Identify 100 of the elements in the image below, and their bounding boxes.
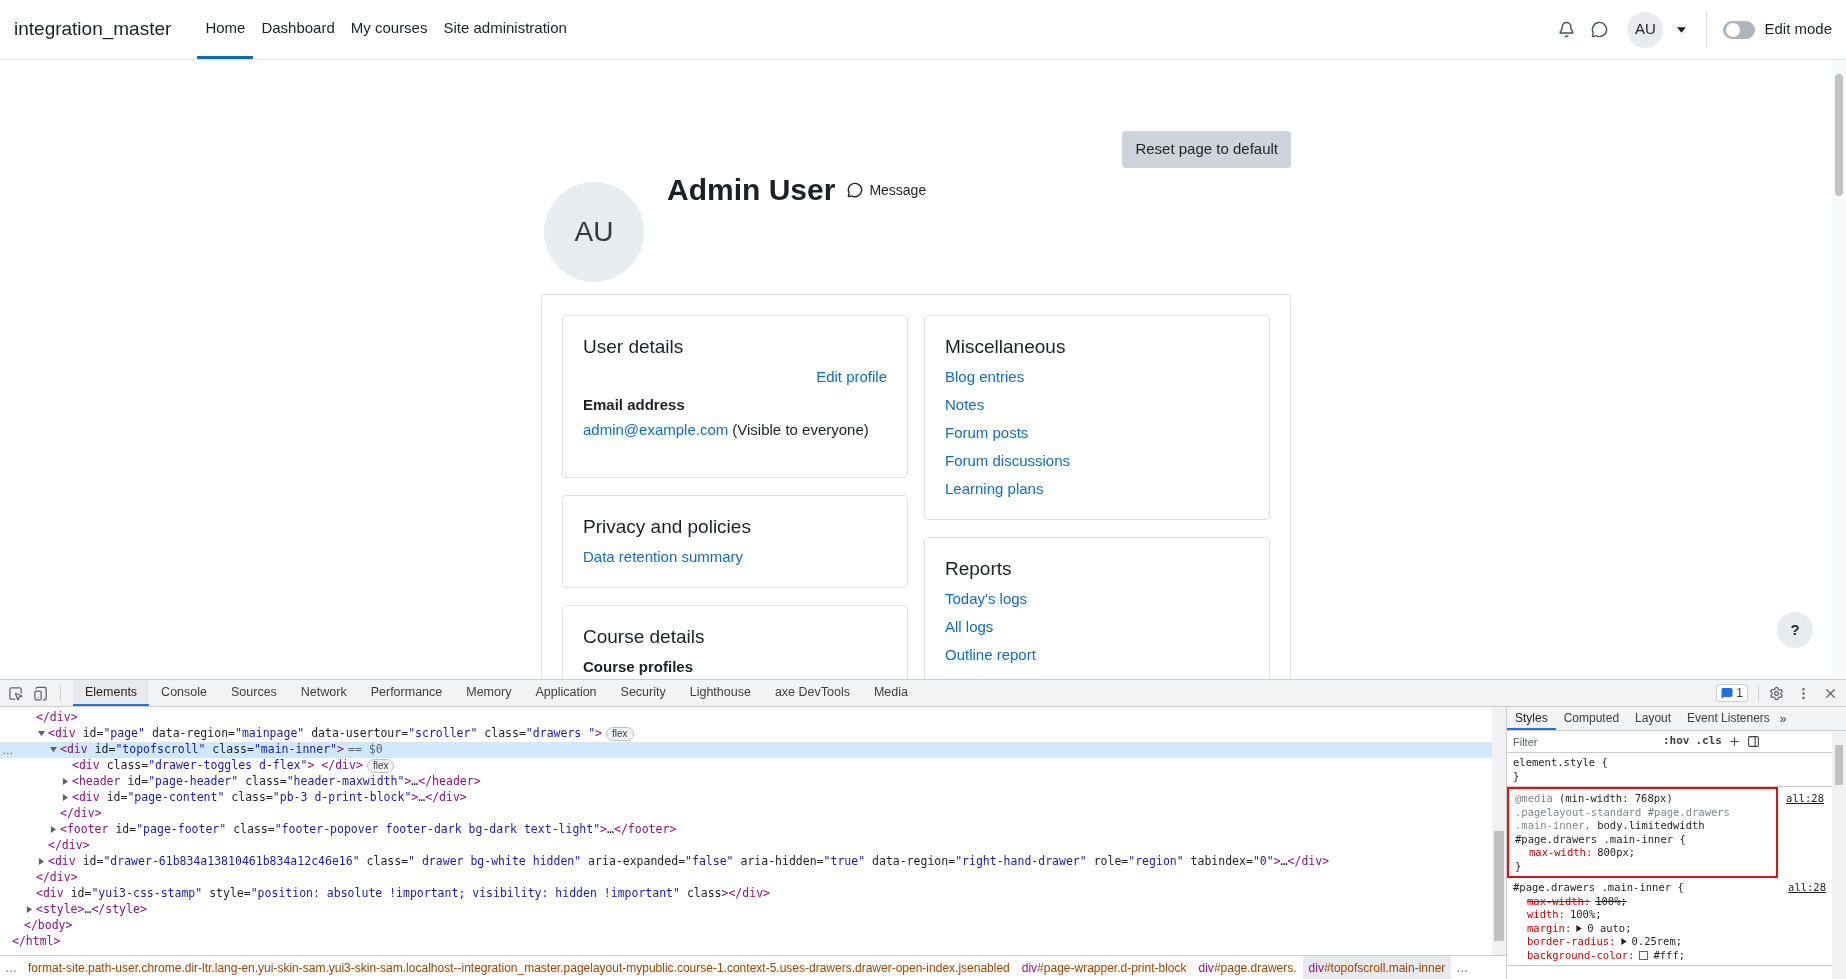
new-rule-icon[interactable] [1728, 735, 1741, 748]
sidebar-toggle-icon[interactable] [1747, 735, 1760, 748]
dom-tree-row[interactable]: <header id="page-header" class="header-maxwidth">…</header> [0, 774, 1492, 790]
devtools-tab[interactable]: Console [149, 680, 219, 706]
dom-tree-row[interactable]: <div id="page-content" class="pb-3 d-print-block">…</div> [0, 790, 1492, 806]
flex-badge[interactable]: flex [606, 727, 634, 741]
devtools-tab[interactable]: axe DevTools [762, 680, 862, 706]
message-link[interactable]: Message [869, 179, 927, 201]
styles-tab[interactable]: Styles [1507, 707, 1556, 730]
elements-scrollbar[interactable] [1492, 707, 1506, 955]
styles-scrollbar[interactable] [1832, 731, 1846, 979]
page-scrollbar[interactable] [1832, 60, 1846, 679]
expand-arrow-icon[interactable] [1576, 924, 1583, 932]
nav-tab[interactable]: Dashboard [253, 0, 343, 59]
settings-icon[interactable] [1769, 685, 1784, 701]
profile-link[interactable]: Outline report [945, 646, 1036, 663]
profile-link[interactable]: Notes [945, 396, 985, 413]
message-icon[interactable] [847, 182, 864, 198]
breadcrumb-item[interactable]: div#topofscroll.main-inner [1302, 956, 1452, 979]
css-value[interactable]: 100%; [1569, 908, 1602, 922]
edit-mode-toggle[interactable] [1723, 20, 1756, 39]
breadcrumb-item[interactable]: div#page-wrapper.d-print-block [1015, 956, 1193, 979]
devtools-tab[interactable]: Performance [358, 680, 455, 706]
site-name[interactable]: integration_master [14, 15, 172, 44]
profile-link[interactable]: Forum discussions [945, 452, 1071, 469]
css-value[interactable]: 0.25rem; [1631, 935, 1683, 949]
breadcrumb-overflow[interactable]: … [0, 958, 22, 977]
devtools-tab[interactable]: Lighthouse [677, 680, 763, 706]
css-value[interactable]: 0 auto; [1587, 921, 1632, 935]
profile-link[interactable]: All logs [945, 618, 994, 635]
styles-tab[interactable]: Layout [1627, 707, 1680, 730]
profile-link[interactable]: Blog entries [945, 368, 1025, 385]
user-avatar[interactable]: AU [1627, 11, 1664, 48]
dom-tree-row[interactable]: </body> [0, 918, 1492, 934]
devtools-tab[interactable]: Elements [73, 680, 150, 706]
profile-link[interactable]: Data retention summary [583, 548, 744, 565]
dom-tree-row[interactable]: <style>…</style> [0, 902, 1492, 918]
nav-tab[interactable]: Site administration [435, 0, 575, 59]
reset-page-button[interactable]: Reset page to default [1122, 131, 1291, 168]
css-property[interactable]: max-width: [1529, 846, 1593, 860]
edit-profile-link[interactable]: Edit profile [816, 363, 887, 391]
profile-link[interactable]: Today's logs [945, 590, 1028, 607]
profile-link[interactable]: Forum posts [945, 424, 1029, 441]
row-menu-dots[interactable]: … [2, 742, 14, 760]
collapse-arrow-icon[interactable] [62, 778, 69, 786]
css-value[interactable]: 800px; [1597, 846, 1636, 860]
caret-icon[interactable] [1677, 26, 1687, 33]
collapse-arrow-icon[interactable] [62, 794, 69, 802]
styles-tab[interactable]: Event Listeners [1679, 707, 1778, 730]
expand-arrow-icon[interactable] [1620, 938, 1627, 946]
dom-tree-row[interactable]: <div id="page" data-region="mainpage" data-usertour="scroller" class="drawers "> flex [0, 726, 1492, 742]
email-link[interactable]: admin@example.com [583, 419, 729, 441]
breadcrumb-item[interactable]: format-site.path-user.chrome.dir-ltr.lang-en.yui-skin-sam.yui3-skin-sam.localhost--integration_master.pagelayout-mypublic.course-1.context-5.uses-drawers.drawer-open-index.jsenabled [22, 956, 1016, 979]
devtools-tab[interactable]: Security [608, 680, 678, 706]
html-code: <div id="page-content" class="pb-3 d-print-block">…</div> [72, 789, 467, 807]
devtools-tab[interactable]: Application [523, 680, 609, 706]
collapse-arrow-icon[interactable] [50, 826, 57, 834]
breadcrumb-overflow[interactable]: … [1451, 958, 1474, 977]
source-link[interactable]: all:28 [1786, 792, 1824, 806]
messages-icon[interactable] [1591, 21, 1609, 38]
device-toolbar-icon[interactable] [33, 685, 48, 701]
collapse-arrow-icon[interactable] [26, 906, 33, 914]
css-property[interactable]: border-radius: [1527, 935, 1616, 949]
notifications-icon[interactable] [1558, 21, 1576, 38]
dom-tree-row[interactable]: <div id="yui3-css-stamp" style="position: absolute !important; visibility: hidden !important" class></div> [0, 886, 1492, 902]
issues-badge[interactable]: 1 [1716, 684, 1748, 702]
profile-link[interactable]: Learning plans [945, 480, 1044, 497]
dom-tree-row[interactable]: <div id="drawer-61b834a13810461b834a12c46e16" class=" drawer bg-white hidden" aria-expanded="false" aria-hidden="true" data-region="right-hand-drawer" role="region" tabindex="0">…</div> [0, 854, 1492, 870]
devtools-tab[interactable]: Memory [454, 680, 524, 706]
css-property[interactable]: margin: [1527, 921, 1572, 935]
inspect-icon[interactable] [8, 685, 23, 701]
css-value[interactable]: #fff; [1653, 948, 1686, 962]
css-value[interactable]: 100%; [1595, 894, 1627, 908]
devtools-tab[interactable]: Network [288, 680, 359, 706]
hover-state-button[interactable]: :hov [1663, 733, 1690, 750]
more-tabs-button[interactable]: » [1779, 709, 1787, 728]
flex-badge[interactable]: flex [366, 759, 395, 773]
devtools-tab[interactable]: Sources [219, 680, 289, 706]
nav-tab[interactable]: Home [197, 0, 254, 59]
class-button[interactable]: .cls [1695, 733, 1722, 750]
collapse-arrow-icon[interactable] [38, 858, 45, 866]
color-swatch[interactable] [1639, 950, 1649, 960]
css-property[interactable]: background-color: [1527, 948, 1635, 962]
dom-tree-row[interactable]: … <div id="topofscroll" class="main-inner"> == $0 [0, 742, 1492, 758]
nav-tab[interactable]: My courses [342, 0, 436, 59]
dom-tree-row[interactable]: <footer id="page-footer" class="footer-popover footer-dark bg-dark text-light">…</footer> [0, 822, 1492, 838]
devtools-tab[interactable]: Media [861, 680, 920, 706]
dom-tree-row[interactable]: </div> [0, 806, 1492, 822]
help-button[interactable]: ? [1777, 612, 1813, 648]
expand-arrow-icon[interactable] [38, 730, 45, 738]
breadcrumb-item[interactable]: div#page.drawers. [1192, 956, 1303, 979]
dom-tree-row[interactable]: <div class="drawer-toggles d-flex"> </div> flex [0, 758, 1492, 774]
css-property[interactable]: max-width: [1527, 894, 1591, 908]
source-link[interactable]: all:28 [1788, 881, 1826, 895]
dom-tree-row[interactable]: </html> [0, 934, 1492, 950]
styles-tab[interactable]: Computed [1555, 707, 1628, 730]
dom-tree-row[interactable]: </div> [0, 838, 1492, 854]
dom-tree-row[interactable]: </div> [0, 870, 1492, 886]
css-property[interactable]: width: [1527, 908, 1565, 922]
dom-tree-row[interactable]: </div> [0, 710, 1492, 726]
